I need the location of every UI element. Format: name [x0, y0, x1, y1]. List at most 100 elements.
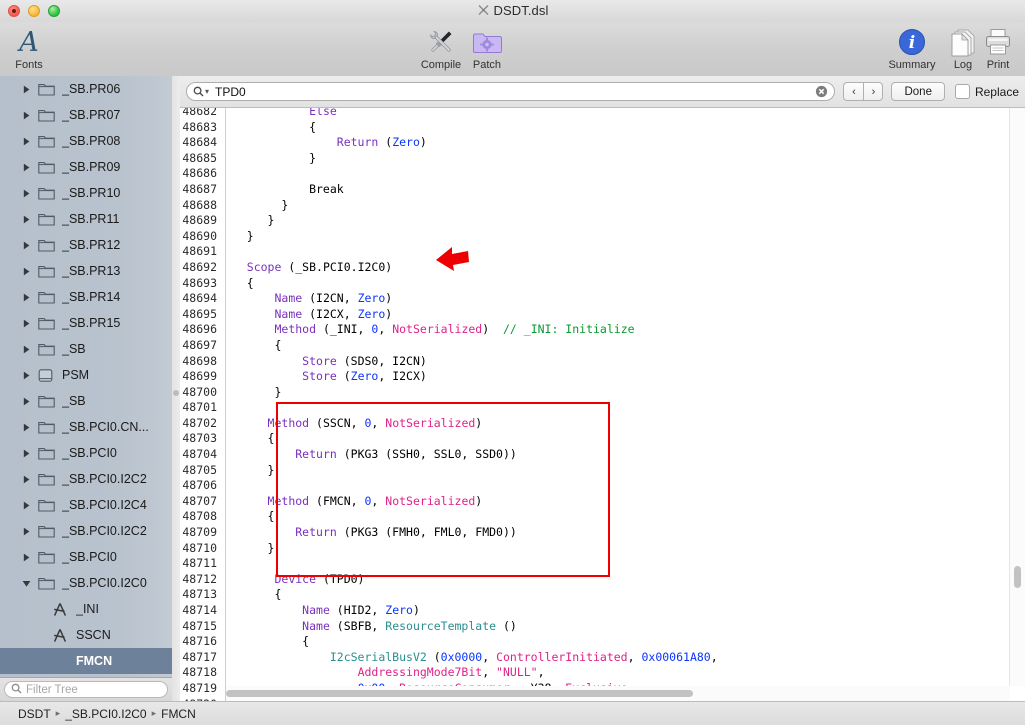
code-line[interactable]: { — [226, 587, 780, 603]
disclosure-triangle-closed-icon[interactable] — [22, 189, 34, 198]
code-line[interactable]: } — [226, 463, 780, 479]
code-line[interactable] — [226, 400, 780, 416]
disclosure-triangle-closed-icon[interactable] — [22, 293, 34, 302]
code-line[interactable]: } — [226, 385, 780, 401]
disclosure-triangle-closed-icon[interactable] — [22, 501, 34, 510]
code-line[interactable]: Store (SDS0, I2CN) — [226, 354, 780, 370]
tree-item--sb[interactable]: _SB — [0, 388, 172, 414]
tree-item--sb-pci0-i2c2[interactable]: _SB.PCI0.I2C2 — [0, 466, 172, 492]
code-line[interactable]: I2cSerialBusV2 (0x0000, ControllerInitia… — [226, 650, 780, 666]
tree-item--sb-pci0[interactable]: _SB.PCI0 — [0, 440, 172, 466]
tree-item-fmcn[interactable]: FMCN — [0, 648, 172, 674]
code-line[interactable]: } — [226, 541, 780, 557]
code-line[interactable]: Name (HID2, Zero) — [226, 603, 780, 619]
disclosure-triangle-closed-icon[interactable] — [22, 345, 34, 354]
code-line[interactable]: Device (TPD0) — [226, 572, 780, 588]
tree-item--sb-pr10[interactable]: _SB.PR10 — [0, 180, 172, 206]
code-content[interactable]: Else { Return (Zero) } Break } } } Scope… — [226, 108, 1025, 701]
find-done-button[interactable]: Done — [891, 82, 945, 101]
tree-item--sb[interactable]: _SB — [0, 336, 172, 362]
tree-item--sb-pci0-cn-[interactable]: _SB.PCI0.CN... — [0, 414, 172, 440]
code-line[interactable]: } — [226, 229, 780, 245]
code-line[interactable]: { — [226, 120, 780, 136]
vertical-scroll-thumb[interactable] — [1014, 566, 1021, 588]
code-line[interactable]: Method (SSCN, 0, NotSerialized) — [226, 416, 780, 432]
disclosure-triangle-closed-icon[interactable] — [22, 527, 34, 536]
code-line[interactable]: Scope (_SB.PCI0.I2C0) — [226, 260, 780, 276]
print-button[interactable]: Print — [974, 26, 1022, 71]
code-line[interactable]: Name (SBFB, ResourceTemplate () — [226, 619, 780, 635]
code-line[interactable]: Store (Zero, I2CX) — [226, 369, 780, 385]
horizontal-scroll-thumb[interactable] — [226, 690, 693, 697]
code-line[interactable]: { — [226, 509, 780, 525]
code-line[interactable] — [226, 166, 780, 182]
disclosure-triangle-closed-icon[interactable] — [22, 371, 34, 380]
replace-checkbox[interactable] — [955, 84, 970, 99]
disclosure-triangle-closed-icon[interactable] — [22, 111, 34, 120]
code-editor[interactable]: 4868248683486844868548686486874868848689… — [180, 108, 1025, 701]
tree-item--sb-pci0-i2c2[interactable]: _SB.PCI0.I2C2 — [0, 518, 172, 544]
disclosure-triangle-closed-icon[interactable] — [22, 449, 34, 458]
breadcrumb-method[interactable]: FMCN — [161, 707, 196, 721]
code-line[interactable]: } — [226, 213, 780, 229]
code-line[interactable]: Method (FMCN, 0, NotSerialized) — [226, 494, 780, 510]
split-view-grip[interactable] — [173, 390, 179, 396]
disclosure-triangle-closed-icon[interactable] — [22, 475, 34, 484]
tree-item-sscn[interactable]: SSCN — [0, 622, 172, 648]
code-line[interactable]: Name (I2CN, Zero) — [226, 291, 780, 307]
code-line[interactable]: } — [226, 151, 780, 167]
code-line[interactable]: Return (PKG3 (SSH0, SSL0, SSD0)) — [226, 447, 780, 463]
code-line[interactable]: Method (_INI, 0, NotSerialized) // _INI:… — [226, 322, 780, 338]
code-line[interactable]: { — [226, 634, 780, 650]
tree-item-psm[interactable]: PSM — [0, 362, 172, 388]
tree-item--sb-pci0-i2c4[interactable]: _SB.PCI0.I2C4 — [0, 492, 172, 518]
breadcrumb-root[interactable]: DSDT — [18, 707, 51, 721]
tree-item--sb-pr08[interactable]: _SB.PR08 — [0, 128, 172, 154]
tree-item--sb-pci0[interactable]: _SB.PCI0 — [0, 544, 172, 570]
tree-item--sb-pr11[interactable]: _SB.PR11 — [0, 206, 172, 232]
find-previous-button[interactable]: ‹ — [843, 82, 863, 101]
tree-item--sb-pr15[interactable]: _SB.PR15 — [0, 310, 172, 336]
disclosure-triangle-closed-icon[interactable] — [22, 423, 34, 432]
tree-item--sb-pci0-i2c0[interactable]: _SB.PCI0.I2C0 — [0, 570, 172, 596]
code-line[interactable] — [226, 478, 780, 494]
patch-button[interactable]: Patch — [458, 26, 516, 71]
editor-vertical-scrollbar[interactable] — [1009, 108, 1025, 686]
code-line[interactable]: Return (PKG3 (FMH0, FML0, FMD0)) — [226, 525, 780, 541]
summary-button[interactable]: i Summary — [883, 26, 941, 71]
code-line[interactable] — [226, 244, 780, 260]
disclosure-triangle-closed-icon[interactable] — [22, 215, 34, 224]
tree-item--sb-pr14[interactable]: _SB.PR14 — [0, 284, 172, 310]
disclosure-triangle-closed-icon[interactable] — [22, 553, 34, 562]
code-line[interactable]: { — [226, 431, 780, 447]
filter-tree-input[interactable]: Filter Tree — [4, 681, 168, 698]
code-line[interactable]: AddressingMode7Bit, "NULL", — [226, 665, 780, 681]
disclosure-triangle-closed-icon[interactable] — [22, 85, 34, 94]
code-line[interactable]: Name (I2CX, Zero) — [226, 307, 780, 323]
search-input[interactable]: ▾ TPD0 — [186, 82, 835, 101]
tree-item--sb-pr09[interactable]: _SB.PR09 — [0, 154, 172, 180]
clear-circle-icon[interactable] — [815, 85, 828, 98]
tree-item--sb-pr06[interactable]: _SB.PR06 — [0, 76, 172, 102]
tree-item--ini[interactable]: _INI — [0, 596, 172, 622]
code-line[interactable]: Else — [226, 108, 780, 120]
chevron-down-icon[interactable]: ▾ — [205, 87, 209, 96]
editor-horizontal-scrollbar[interactable] — [226, 686, 1010, 701]
code-line[interactable]: { — [226, 338, 780, 354]
tree-item--sb-pr13[interactable]: _SB.PR13 — [0, 258, 172, 284]
find-next-button[interactable]: › — [863, 82, 883, 101]
tree-item--sb-pr07[interactable]: _SB.PR07 — [0, 102, 172, 128]
disclosure-triangle-open-icon[interactable] — [22, 579, 34, 588]
code-line[interactable]: Break — [226, 182, 780, 198]
disclosure-triangle-closed-icon[interactable] — [22, 137, 34, 146]
code-line[interactable] — [226, 556, 780, 572]
code-line[interactable]: } — [226, 198, 780, 214]
replace-toggle[interactable]: Replace — [955, 84, 1019, 99]
code-line[interactable]: { — [226, 276, 780, 292]
breadcrumb-scope[interactable]: _SB.PCI0.I2C0 — [65, 707, 146, 721]
disclosure-triangle-closed-icon[interactable] — [22, 319, 34, 328]
code-line[interactable]: Return (Zero) — [226, 135, 780, 151]
disclosure-triangle-closed-icon[interactable] — [22, 163, 34, 172]
disclosure-triangle-closed-icon[interactable] — [22, 397, 34, 406]
tree-item--sb-pr12[interactable]: _SB.PR12 — [0, 232, 172, 258]
